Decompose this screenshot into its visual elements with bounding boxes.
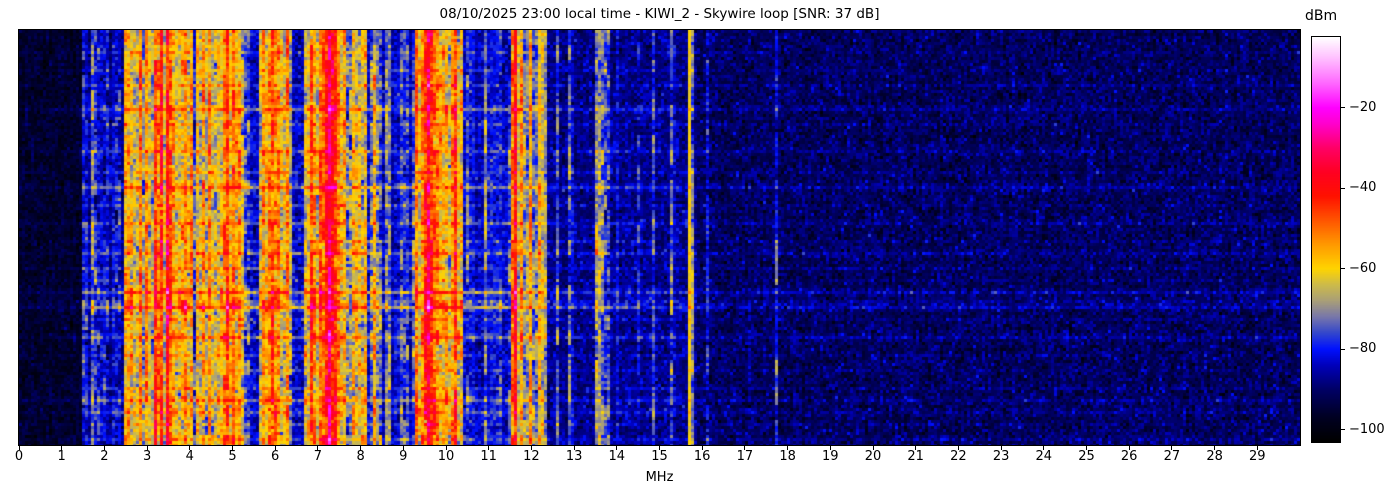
x-tick-label: 8 — [356, 449, 365, 464]
plot-frame — [18, 29, 1301, 446]
x-tick-label: 1 — [57, 449, 66, 464]
x-tick-label: 14 — [608, 449, 626, 464]
x-tick-label: 2 — [100, 449, 109, 464]
colorbar-tick-mark — [1341, 268, 1345, 270]
x-tick-label: 28 — [1206, 449, 1223, 464]
x-tick-label: 24 — [1035, 449, 1053, 464]
colorbar-tick-mark — [1341, 348, 1345, 350]
colorbar-tick-mark — [1341, 187, 1345, 189]
x-tick-label: 15 — [651, 449, 668, 464]
x-tick-label: 20 — [864, 449, 882, 464]
x-tick-label: 7 — [313, 449, 323, 464]
x-tick-label: 4 — [185, 449, 194, 464]
figure-title: 08/10/2025 23:00 local time - KIWI_2 - S… — [439, 6, 880, 22]
colorbar-tick-label: −40 — [1349, 180, 1377, 196]
x-tick-label: 27 — [1163, 449, 1181, 464]
x-tick-label: 17 — [736, 449, 754, 464]
x-tick-label: 18 — [779, 449, 796, 464]
x-tick-label: 12 — [523, 449, 540, 464]
x-tick-label: 3 — [142, 449, 152, 464]
x-tick-label: 25 — [1078, 449, 1095, 464]
x-tick-label: 0 — [14, 449, 24, 464]
colorbar-unit-label: dBm — [1305, 8, 1338, 24]
colorbar-tick-label: −20 — [1349, 99, 1377, 115]
x-tick-label: 6 — [271, 449, 280, 464]
x-tick-label: 16 — [693, 449, 711, 464]
x-tick-label: 23 — [992, 449, 1010, 464]
x-tick-label: 13 — [565, 449, 583, 464]
waterfall-figure: 08/10/2025 23:00 local time - KIWI_2 - S… — [0, 0, 1400, 500]
x-tick-label: 26 — [1120, 449, 1138, 464]
x-tick-label: 22 — [950, 449, 967, 464]
colorbar-tick-label: −80 — [1349, 341, 1377, 357]
colorbar-tick-label: −60 — [1349, 260, 1377, 276]
colorbar-tick-mark — [1341, 107, 1345, 109]
x-tick-label: 10 — [437, 449, 455, 464]
x-tick-label: 21 — [907, 449, 924, 464]
colorbar-tick-mark — [1341, 429, 1345, 431]
colorbar-tick-label: −100 — [1349, 421, 1385, 437]
x-tick-label: 29 — [1249, 449, 1266, 464]
x-tick-label: 5 — [228, 449, 237, 464]
x-tick-label: 19 — [822, 449, 839, 464]
x-tick-label: 11 — [480, 449, 497, 464]
x-axis-label: MHz — [645, 470, 674, 485]
x-tick-label: 9 — [399, 449, 408, 464]
colorbar-frame — [1311, 36, 1341, 443]
